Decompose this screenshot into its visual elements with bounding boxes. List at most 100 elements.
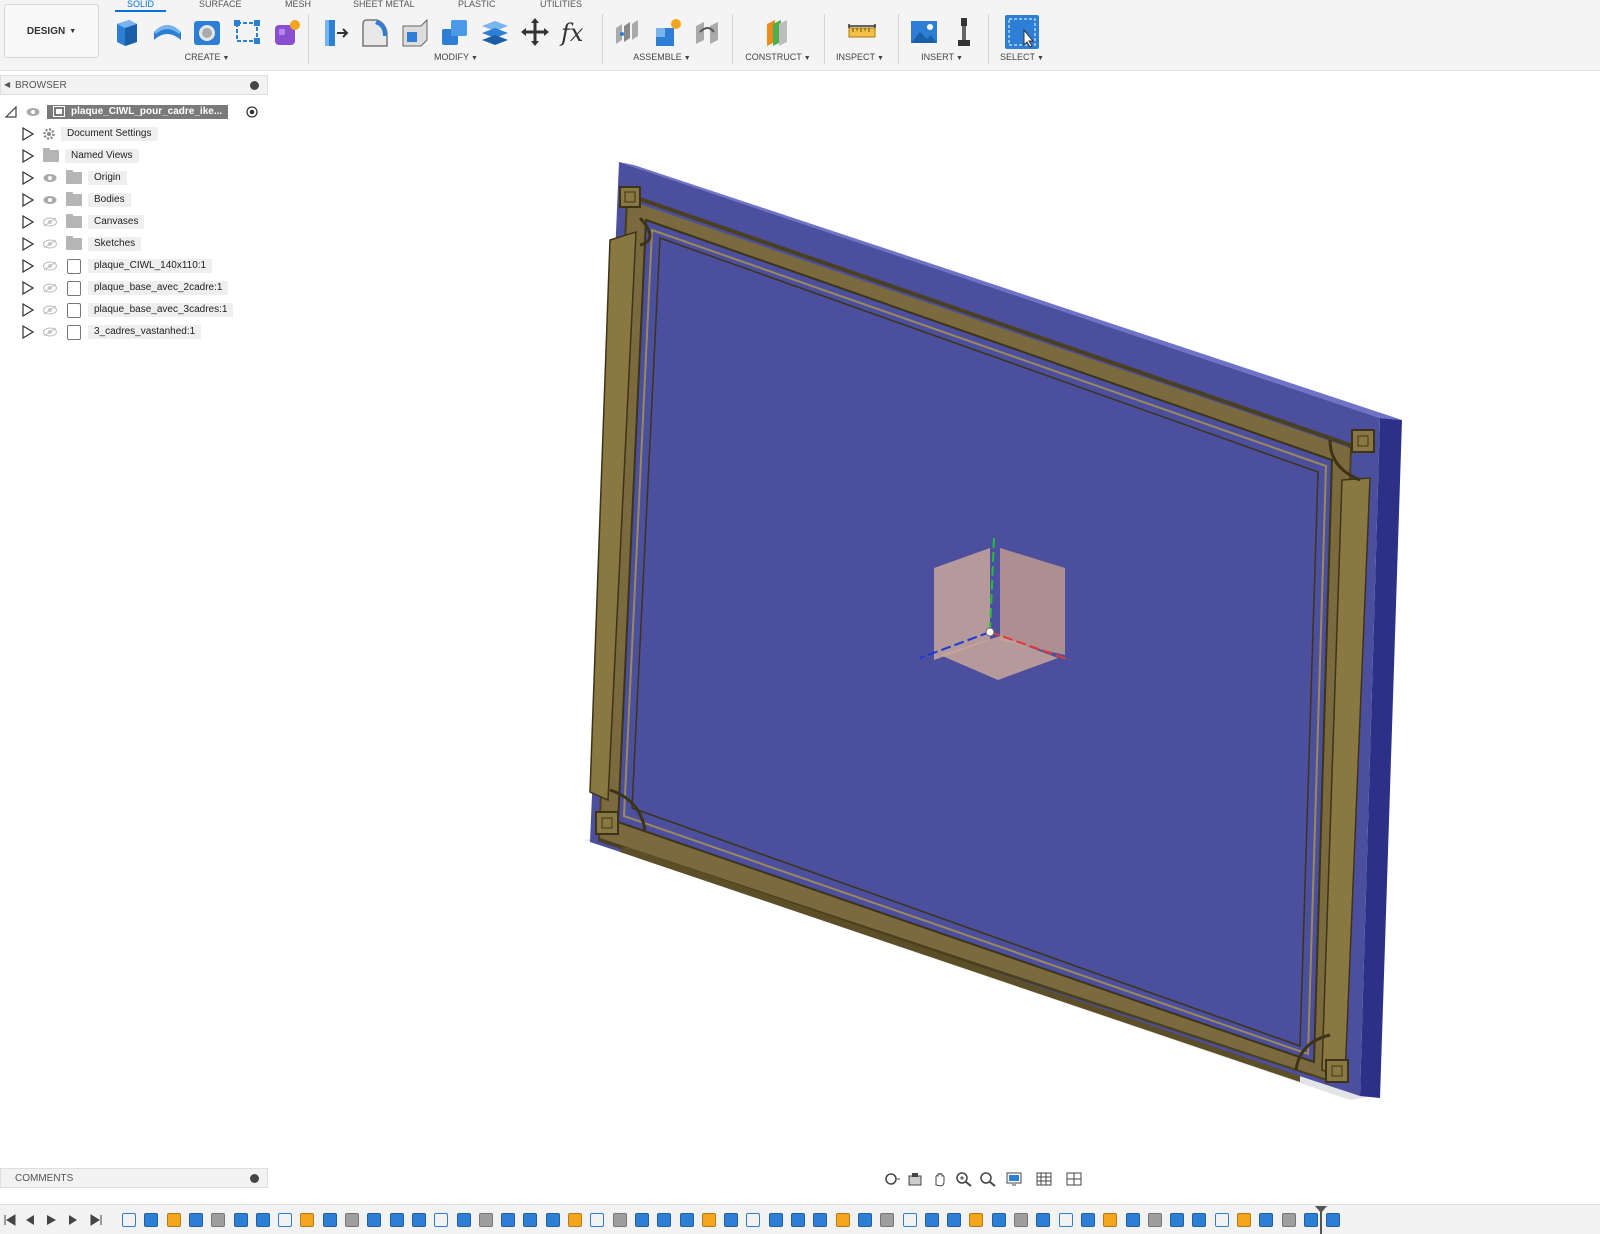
measure-icon[interactable] xyxy=(845,15,879,49)
assemble-menu[interactable]: ASSEMBLE ▼ xyxy=(633,52,690,62)
offset-face-icon[interactable] xyxy=(478,15,512,49)
tree-item-named-views[interactable]: Named Views xyxy=(0,146,268,166)
timeline-feature-icon[interactable] xyxy=(389,1213,404,1227)
timeline-feature-icon[interactable] xyxy=(724,1213,739,1227)
tree-item-origin[interactable]: Origin xyxy=(0,168,268,188)
timeline-feature-icon[interactable] xyxy=(969,1213,984,1227)
timeline-feature-icon[interactable] xyxy=(813,1213,828,1227)
timeline-feature-icon[interactable] xyxy=(1192,1213,1207,1227)
create-menu[interactable]: CREATE ▼ xyxy=(185,52,230,62)
comments-panel-header[interactable]: COMMENTS xyxy=(0,1168,268,1188)
timeline-feature-icon[interactable] xyxy=(1281,1213,1296,1227)
timeline-feature-icon[interactable] xyxy=(568,1213,582,1227)
timeline-feature-icon[interactable] xyxy=(679,1213,694,1227)
expand-down-icon[interactable] xyxy=(5,106,17,118)
timeline-feature-icon[interactable] xyxy=(211,1213,226,1227)
expand-arrow-icon[interactable] xyxy=(22,149,34,163)
new-component-icon[interactable] xyxy=(110,15,144,49)
visibility-hidden-eye-icon[interactable] xyxy=(43,305,57,315)
timeline-feature-icon[interactable] xyxy=(857,1213,872,1227)
visibility-hidden-eye-icon[interactable] xyxy=(43,217,57,227)
expand-arrow-icon[interactable] xyxy=(22,237,34,251)
step-forward-icon[interactable] xyxy=(65,1213,81,1227)
timeline-feature-icon[interactable] xyxy=(411,1213,426,1227)
timeline-feature-icon[interactable] xyxy=(478,1213,493,1227)
timeline-feature-icon[interactable] xyxy=(612,1213,627,1227)
insert-mcmaster-icon[interactable] xyxy=(947,15,981,49)
timeline-feature-icon[interactable] xyxy=(367,1213,382,1227)
grid-icon[interactable] xyxy=(1030,1169,1060,1189)
fit-icon[interactable] xyxy=(976,1169,1000,1189)
timeline-feature-icon[interactable] xyxy=(523,1213,538,1227)
look-at-icon[interactable] xyxy=(904,1169,928,1189)
timeline-feature-icon[interactable] xyxy=(434,1213,449,1227)
fillet-icon[interactable] xyxy=(358,15,392,49)
model-canvas[interactable] xyxy=(268,72,1600,1162)
tree-item-document-settings[interactable]: Document Settings xyxy=(0,124,268,144)
inspect-menu[interactable]: INSPECT ▼ xyxy=(836,52,884,62)
expand-arrow-icon[interactable] xyxy=(22,193,34,207)
timeline-feature-icon[interactable] xyxy=(634,1213,649,1227)
expand-arrow-icon[interactable] xyxy=(22,303,34,317)
timeline-feature-icon[interactable] xyxy=(746,1213,761,1227)
form-icon[interactable] xyxy=(270,15,304,49)
timeline-feature-icon[interactable] xyxy=(166,1213,181,1227)
tab-utilities[interactable]: UTILITIES xyxy=(540,0,582,12)
timeline-feature-icon[interactable] xyxy=(768,1213,783,1227)
tree-item-canvases[interactable]: Canvases xyxy=(0,212,268,232)
browser-panel-header[interactable]: ◀ BROWSER xyxy=(0,75,268,95)
go-to-start-icon[interactable] xyxy=(2,1213,18,1227)
timeline-feature-icon[interactable] xyxy=(144,1213,159,1227)
press-pull-icon[interactable] xyxy=(318,15,352,49)
timeline-feature-icon[interactable] xyxy=(1170,1213,1185,1227)
visibility-hidden-eye-icon[interactable] xyxy=(43,327,57,337)
timeline-feature-icon[interactable] xyxy=(1080,1213,1095,1227)
timeline-feature-icon[interactable] xyxy=(545,1213,560,1227)
new-component-assemble-icon[interactable] xyxy=(651,15,685,49)
timeline-feature-icon[interactable] xyxy=(1237,1213,1251,1227)
select-menu[interactable]: SELECT ▼ xyxy=(1000,52,1044,62)
expand-arrow-icon[interactable] xyxy=(22,127,34,141)
origin-point[interactable] xyxy=(985,627,995,637)
timeline-feature-icon[interactable] xyxy=(501,1213,516,1227)
visibility-eye-icon[interactable] xyxy=(26,107,40,117)
timeline-feature-icon[interactable] xyxy=(902,1213,917,1227)
as-built-joint-icon[interactable] xyxy=(691,15,725,49)
play-icon[interactable] xyxy=(43,1213,59,1227)
insert-menu[interactable]: INSERT ▼ xyxy=(921,52,963,62)
tree-root[interactable]: plaque_CIWL_pour_cadre_ike... xyxy=(0,102,268,122)
timeline-feature-icon[interactable] xyxy=(701,1213,716,1227)
modify-menu[interactable]: MODIFY ▼ xyxy=(434,52,478,62)
expand-arrow-icon[interactable] xyxy=(22,259,34,273)
timeline-feature-icon[interactable] xyxy=(188,1213,203,1227)
pin-icon[interactable] xyxy=(250,81,259,90)
timeline-feature-icon[interactable] xyxy=(924,1213,939,1227)
revolve-icon[interactable] xyxy=(190,15,224,49)
insert-image-icon[interactable] xyxy=(907,15,941,49)
tree-item-component[interactable]: plaque_base_avec_3cadres:1 xyxy=(0,300,268,320)
timeline-feature-icon[interactable] xyxy=(1058,1213,1073,1227)
timeline-feature-icon[interactable] xyxy=(1125,1213,1140,1227)
joint-icon[interactable] xyxy=(611,15,645,49)
timeline-feature-icon[interactable] xyxy=(122,1213,136,1227)
timeline-feature-icon[interactable] xyxy=(1036,1213,1051,1227)
collapse-arrow-icon[interactable]: ◀ xyxy=(4,80,10,89)
tree-item-component[interactable]: 3_cadres_vastanhed:1 xyxy=(0,322,268,342)
select-window-icon[interactable] xyxy=(1005,15,1039,49)
shell-icon[interactable] xyxy=(398,15,432,49)
expand-arrow-icon[interactable] xyxy=(22,281,34,295)
expand-arrow-icon[interactable] xyxy=(22,215,34,229)
activate-radio-icon[interactable] xyxy=(246,106,258,118)
combine-icon[interactable] xyxy=(438,15,472,49)
timeline-feature-icon[interactable] xyxy=(1103,1213,1118,1227)
visibility-hidden-eye-icon[interactable] xyxy=(43,239,57,249)
timeline-feature-icon[interactable] xyxy=(278,1213,293,1227)
tree-item-bodies[interactable]: Bodies xyxy=(0,190,268,210)
zoom-icon[interactable] xyxy=(952,1169,976,1189)
timeline-feature-icon[interactable] xyxy=(255,1213,270,1227)
timeline-feature-icon[interactable] xyxy=(1147,1213,1162,1227)
extrude-icon[interactable] xyxy=(150,15,184,49)
timeline-feature-icon[interactable] xyxy=(590,1213,605,1227)
tab-plastic[interactable]: PLASTIC xyxy=(458,0,496,12)
timeline-feature-icon[interactable] xyxy=(233,1213,248,1227)
